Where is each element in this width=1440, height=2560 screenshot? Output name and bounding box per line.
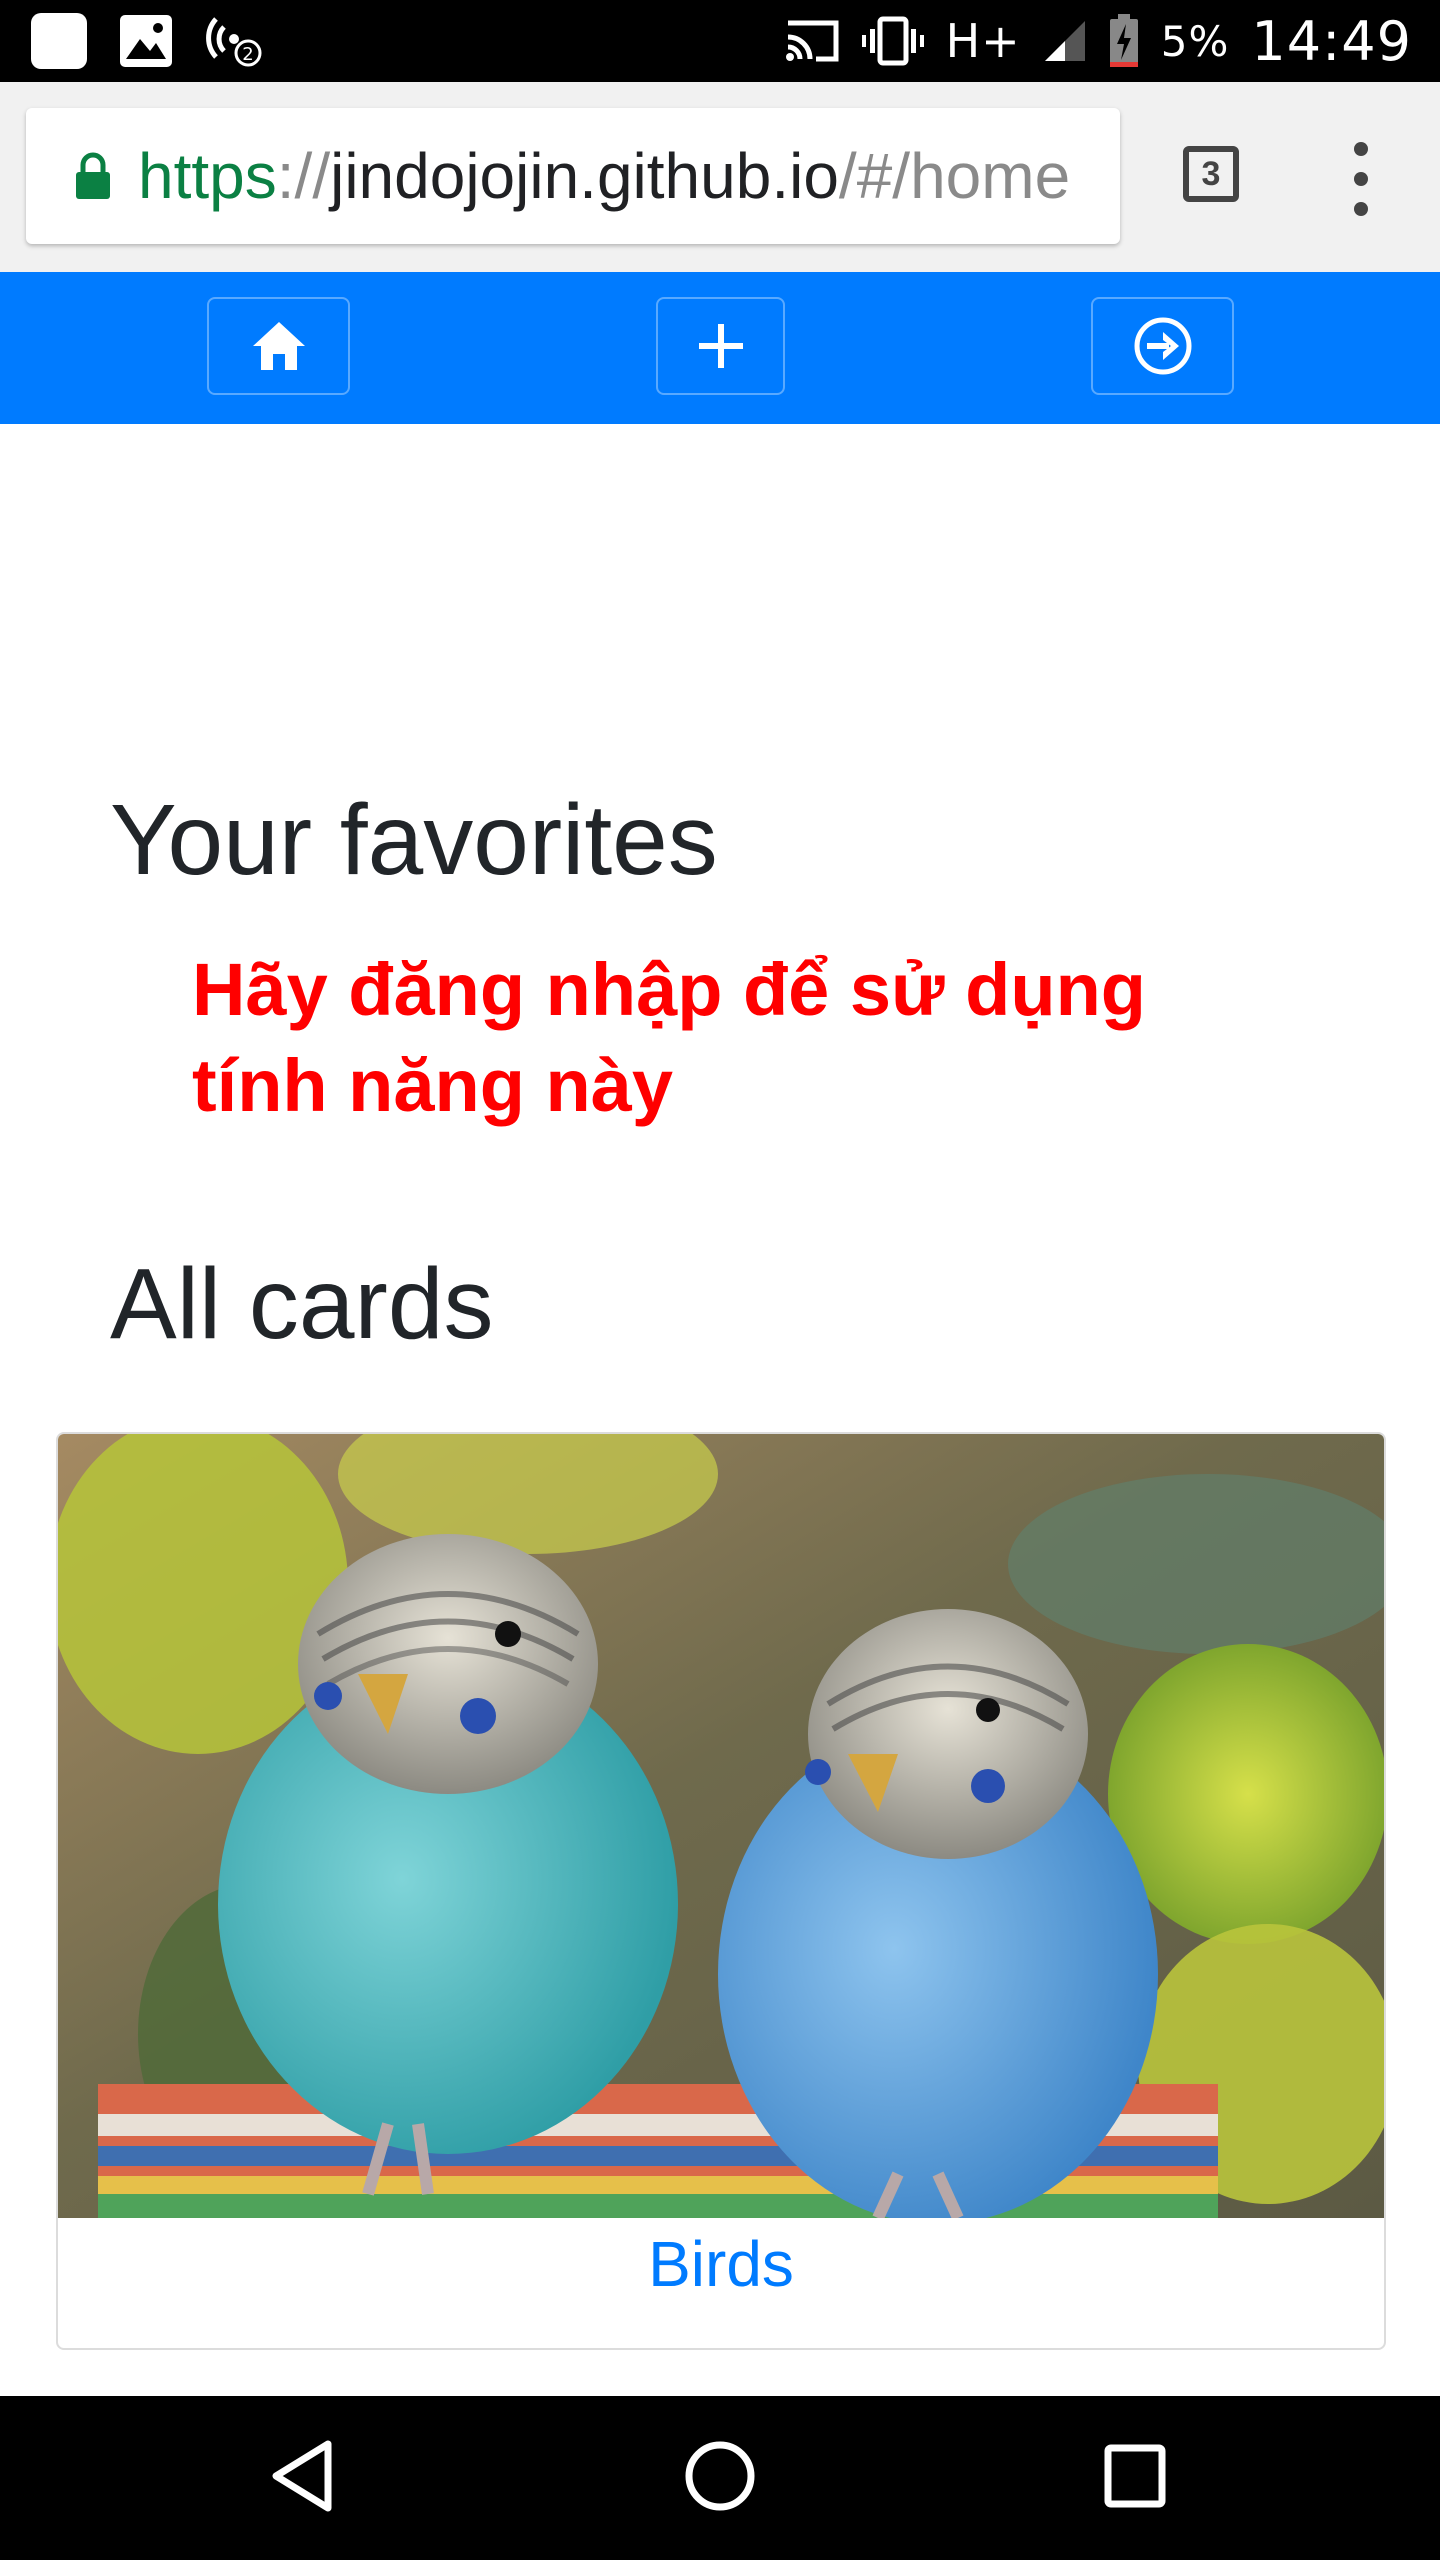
url-separator: :// [276,140,331,212]
cast-icon [785,20,839,62]
menu-dot [1354,172,1368,186]
home-button[interactable] [207,297,350,395]
lock-icon [76,152,110,199]
battery-percent: 5% [1160,16,1230,66]
battery-icon [1109,14,1138,67]
app-notification-icon [31,13,87,69]
url-host: jindojojin.github.io [330,140,839,212]
system-icons: H+ 5% 14:49 [784,0,1412,82]
status-bar: 2 H+ 5% 14:49 [0,0,1440,82]
all-cards-heading: All cards [110,1248,494,1360]
url-path: /#/home [838,140,1071,212]
notification-icons: 2 [30,0,266,82]
system-navigation-bar [0,2396,1440,2560]
card-birds[interactable]: Birds [56,1432,1386,2350]
home-circle-icon[interactable] [682,2438,758,2514]
hotspot-icon: 2 [206,17,262,67]
home-icon [252,322,305,370]
clock: 14:49 [1251,9,1412,73]
network-type: H+ [945,14,1021,68]
plus-icon [698,324,743,368]
image-notification-icon [120,15,172,67]
signal-icon [1044,21,1085,61]
add-card-button[interactable] [656,297,785,395]
menu-dot [1354,142,1368,156]
app-navbar [0,272,1440,424]
card-image [58,1434,1384,2218]
tab-count: 3 [1201,154,1221,193]
favorites-heading: Your favorites [110,784,718,896]
url-bar[interactable]: https://jindojojin.github.io/#/home [26,108,1120,244]
browser-toolbar: https://jindojojin.github.io/#/home 3 [0,82,1440,272]
vibrate-icon [861,16,924,66]
login-warning: Hãy đăng nhập để sử dụng tính năng này [192,948,1146,1127]
login-button[interactable] [1091,297,1234,395]
menu-dot [1354,202,1368,216]
back-icon[interactable] [268,2438,338,2514]
url-scheme: https [138,140,277,212]
browser-menu-button[interactable] [1346,142,1376,242]
svg-text:2: 2 [242,44,253,65]
sign-in-icon [1134,317,1191,375]
tab-switcher-button[interactable]: 3 [1183,146,1239,202]
card-title[interactable]: Birds [58,2218,1384,2310]
recent-apps-icon[interactable] [1100,2438,1170,2514]
url-text: https://jindojojin.github.io/#/home [138,139,1070,213]
